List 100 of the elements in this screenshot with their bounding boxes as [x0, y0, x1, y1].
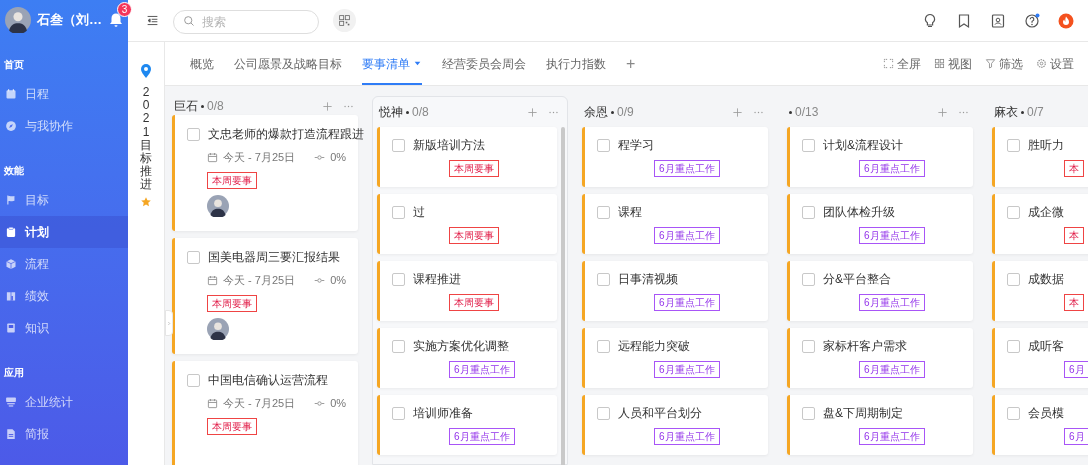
section-heading: 首页	[3, 57, 25, 72]
column-title: 麻衣	[994, 104, 1018, 121]
search-field[interactable]: 搜索	[173, 9, 319, 34]
tag: 6月重点工作	[654, 160, 720, 177]
task-card[interactable]: 会员模 6月	[992, 395, 1088, 455]
task-card[interactable]: 日事清视频 6月重点工作	[582, 261, 768, 321]
toolbar-button[interactable]: 全屏	[883, 42, 921, 85]
task-card[interactable]: 胜听力 本	[992, 127, 1088, 187]
task-card[interactable]: 程学习 6月重点工作	[582, 127, 768, 187]
sidebar-item[interactable]: 绩效	[0, 280, 128, 312]
tag: 6月重点工作	[859, 160, 925, 177]
checkbox[interactable]	[1007, 205, 1020, 219]
task-card[interactable]: 实施方案优化调整 6月重点工作	[377, 328, 557, 388]
task-card[interactable]: 成听客 6月	[992, 328, 1088, 388]
due-date: 今天 - 7月25日	[223, 396, 296, 411]
task-card[interactable]: 培训师准备 6月重点工作	[377, 395, 557, 455]
sidebar-item[interactable]: 流程	[0, 248, 128, 280]
lightbulb-icon[interactable]	[922, 12, 938, 29]
checkbox[interactable]	[597, 138, 610, 152]
tag: 6月重点工作	[654, 428, 720, 445]
add-icon[interactable]	[732, 106, 743, 118]
task-card[interactable]: 盘&下周期制定 6月重点工作	[787, 395, 973, 455]
user-name[interactable]: 石叁（刘…	[37, 10, 102, 30]
tab[interactable]: 经营委员会周会	[442, 42, 526, 85]
task-card[interactable]: 团队体检升级 6月重点工作	[787, 194, 973, 254]
progress-percent: 0%	[330, 150, 347, 165]
checkbox[interactable]	[187, 250, 200, 264]
checkbox[interactable]	[1007, 339, 1020, 353]
tab[interactable]: 执行力指数	[546, 42, 606, 85]
tab[interactable]: 公司愿景及战略目标	[234, 42, 342, 85]
checkbox[interactable]	[597, 272, 610, 286]
checkbox[interactable]	[802, 205, 815, 219]
checkbox[interactable]	[802, 138, 815, 152]
toolbar-button[interactable]: 设置	[1036, 42, 1074, 85]
checkbox[interactable]	[187, 127, 200, 141]
checkbox[interactable]	[392, 138, 405, 152]
task-title: 日事清视频	[618, 271, 678, 288]
contact-card-icon[interactable]	[990, 12, 1006, 29]
checkbox[interactable]	[597, 406, 610, 420]
tab[interactable]: 概览	[190, 42, 214, 85]
qr-code-button[interactable]	[333, 9, 356, 32]
checkbox[interactable]	[597, 205, 610, 219]
tag: 6月重点工作	[859, 294, 925, 311]
task-card[interactable]: 新版培训方法 本周要事	[377, 127, 557, 187]
help-icon[interactable]	[1024, 12, 1040, 29]
task-card[interactable]: 成企微 本	[992, 194, 1088, 254]
add-tab-button[interactable]: +	[626, 42, 636, 85]
checkbox[interactable]	[392, 272, 405, 286]
task-card[interactable]: 课程 6月重点工作	[582, 194, 768, 254]
tag: 6月重点工作	[859, 227, 925, 244]
tag: 本周要事	[207, 417, 257, 435]
checkbox[interactable]	[1007, 138, 1020, 152]
star-icon[interactable]	[140, 195, 152, 208]
task-card[interactable]: 计划&流程设计 6月重点工作	[787, 127, 973, 187]
collapse-menu-icon[interactable]	[146, 14, 159, 27]
task-card[interactable]: 中国电信确认运营流程 今天 - 7月25日 0% 本周要事	[172, 361, 358, 465]
sidebar-item[interactable]: 知识	[0, 312, 128, 344]
filter-icon	[985, 58, 996, 69]
bookmark-icon[interactable]	[956, 12, 972, 29]
checkbox[interactable]	[1007, 272, 1020, 286]
scrollbar[interactable]	[561, 127, 565, 465]
flame-icon[interactable]	[1058, 12, 1074, 29]
checkbox[interactable]	[392, 205, 405, 219]
tag: 6月	[1064, 428, 1088, 445]
task-card[interactable]: 人员和平台划分 6月重点工作	[582, 395, 768, 455]
checkbox[interactable]	[392, 406, 405, 420]
task-title: 成企微	[1028, 204, 1064, 221]
expand-handle[interactable]	[165, 310, 173, 336]
task-card[interactable]: 分&平台整合 6月重点工作	[787, 261, 973, 321]
tag: 6月重点工作	[859, 428, 925, 445]
add-icon[interactable]	[527, 106, 538, 118]
toolbar-button[interactable]: 筛选	[985, 42, 1023, 85]
notification-bell-icon[interactable]	[108, 12, 124, 28]
grid-icon	[934, 58, 945, 69]
checkbox[interactable]	[392, 339, 405, 353]
add-icon[interactable]	[322, 100, 333, 112]
task-card[interactable]: 成数据 本	[992, 261, 1088, 321]
checkbox[interactable]	[597, 339, 610, 353]
sidebar-item[interactable]: 简报	[0, 418, 128, 450]
cube-icon	[5, 258, 17, 270]
task-card[interactable]: 过 本周要事	[377, 194, 557, 254]
task-card[interactable]: 远程能力突破 6月重点工作	[582, 328, 768, 388]
checkbox[interactable]	[1007, 406, 1020, 420]
task-card[interactable]: 课程推进 本周要事	[377, 261, 557, 321]
add-icon[interactable]	[937, 106, 948, 118]
task-card[interactable]: 国美电器周三要汇报结果 今天 - 7月25日 0% 本周要事	[172, 238, 358, 354]
toolbar-button[interactable]: 视图	[934, 42, 972, 85]
checkbox[interactable]	[802, 272, 815, 286]
sidebar-item[interactable]: 计划	[0, 216, 128, 248]
calendar-icon	[207, 151, 218, 163]
calendar-icon	[207, 274, 218, 286]
task-title: 分&平台整合	[823, 271, 891, 288]
tag: 本	[1064, 227, 1084, 244]
checkbox[interactable]	[187, 373, 200, 387]
column-count: 0/9	[617, 104, 634, 121]
task-card[interactable]: 家标杆客户需求 6月重点工作	[787, 328, 973, 388]
task-title: 计划&流程设计	[823, 137, 903, 154]
sidebar-item[interactable]: 企业统计	[0, 386, 128, 418]
checkbox[interactable]	[802, 339, 815, 353]
checkbox[interactable]	[802, 406, 815, 420]
